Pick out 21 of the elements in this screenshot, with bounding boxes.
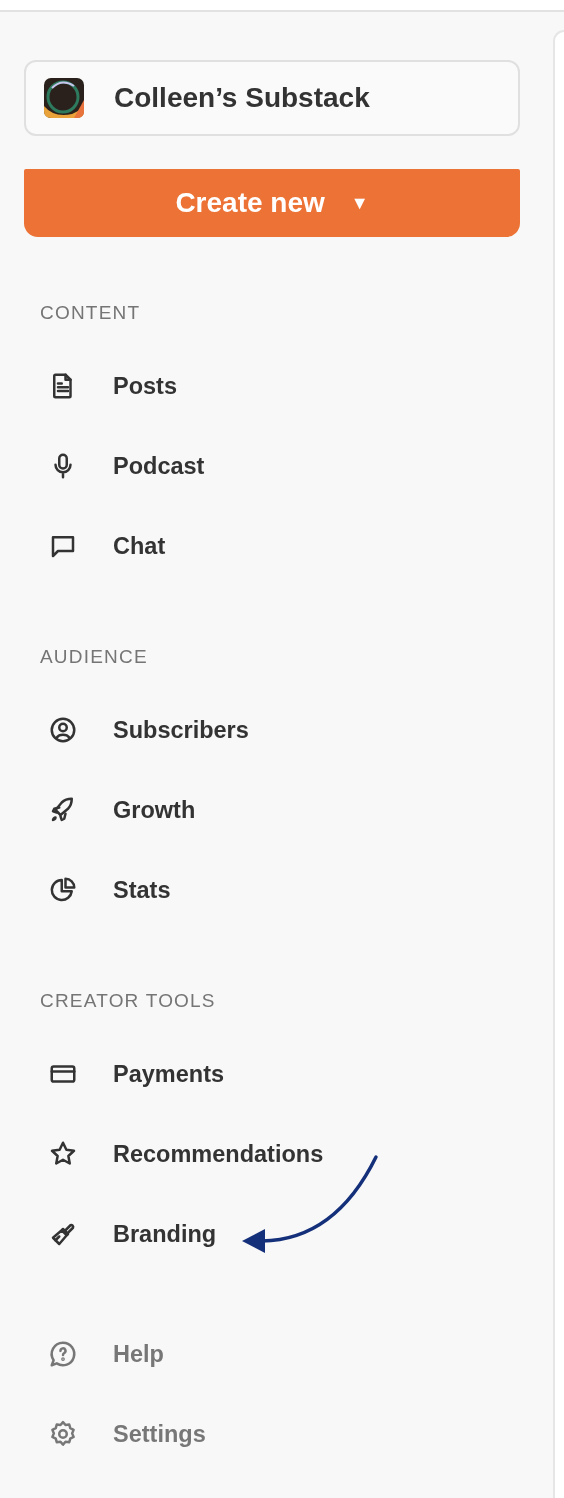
nav-item[interactable]: Subscribers — [24, 690, 520, 770]
nav-item[interactable]: Chat — [24, 506, 520, 586]
nav-item[interactable]: Branding — [24, 1194, 520, 1274]
publication-logo-icon — [44, 78, 84, 118]
section-heading: AUDIENCE — [40, 645, 149, 669]
settings-icon — [48, 1419, 78, 1449]
help-bubble-icon — [48, 1339, 78, 1369]
nav-item[interactable]: Recommendations — [24, 1114, 520, 1194]
nav-item[interactable]: Posts — [24, 346, 520, 426]
publication-name: Colleen’s Substack — [114, 82, 370, 114]
section-heading: CONTENT — [40, 301, 142, 325]
nav-item[interactable]: Podcast — [24, 426, 520, 506]
nav-item[interactable]: Help — [24, 1314, 520, 1394]
section-heading: CREATOR TOOLS — [40, 989, 217, 1013]
publication-switcher[interactable]: Colleen’s Substack — [24, 60, 520, 136]
caret-icon: ▼ — [350, 192, 369, 214]
user-circle-icon — [48, 715, 78, 745]
nav-item[interactable]: Settings — [24, 1394, 520, 1474]
nav-item[interactable]: Payments — [24, 1034, 520, 1114]
nav-item[interactable]: Stats — [24, 850, 520, 930]
nav-item[interactable]: Growth — [24, 770, 520, 850]
